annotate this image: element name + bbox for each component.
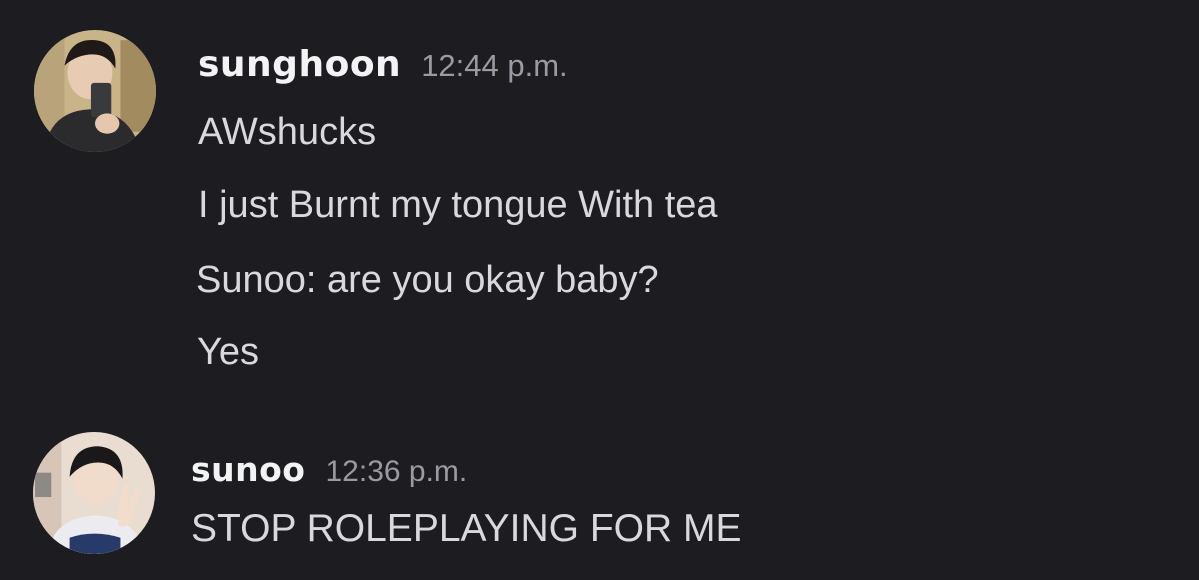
avatar[interactable]: [33, 432, 155, 554]
message-text: AWshucks: [198, 111, 377, 153]
message-text: STOP ROLEPLAYING FOR ME: [191, 507, 742, 550]
timestamp: 12:44 p.m.: [421, 48, 568, 83]
username[interactable]: sunoo: [191, 450, 305, 489]
message-text: Yes: [197, 331, 259, 373]
message-header: sunghoon 12:44 p.m.: [198, 44, 568, 85]
message-text: I just Burnt my tongue With tea: [198, 184, 718, 226]
timestamp: 12:36 p.m.: [325, 455, 468, 488]
username[interactable]: sunghoon: [198, 44, 401, 85]
message-text: Sunoo: are you okay baby?: [196, 259, 659, 301]
message-header: sunoo 12:36 p.m.: [191, 450, 467, 489]
avatar[interactable]: [34, 30, 156, 152]
